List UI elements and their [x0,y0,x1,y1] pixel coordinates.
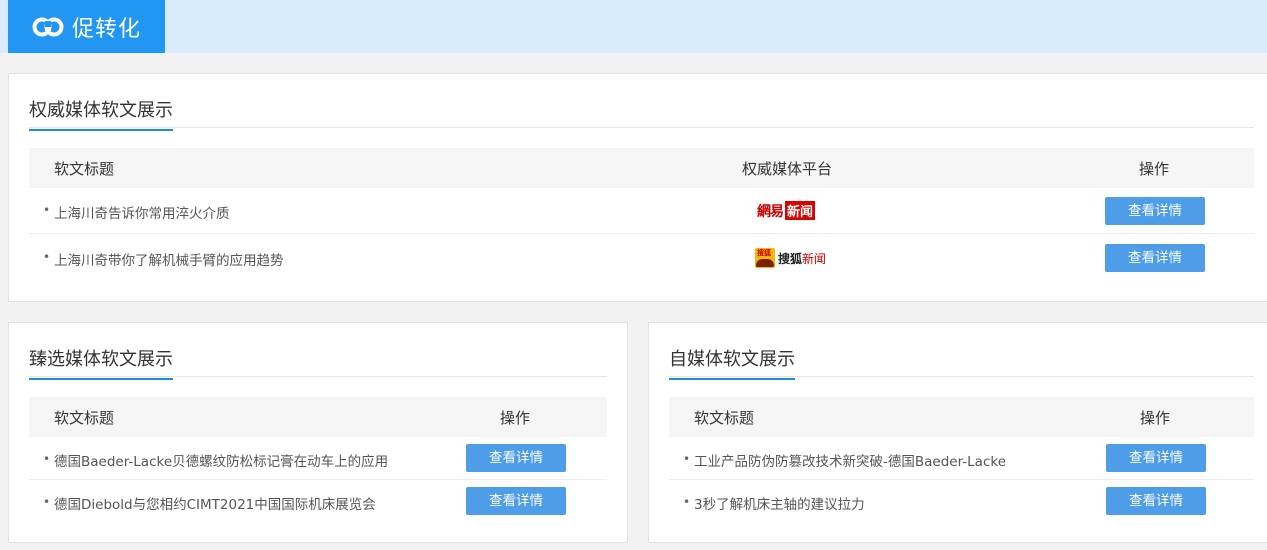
sohu-fox-icon: 搜狐 [755,248,775,268]
top-bar: 促转化 [0,0,1267,53]
view-details-button[interactable]: 查看详情 [1106,444,1206,472]
article-title-link[interactable]: 德国Baeder-Lacke贝德螺纹防松标记膏在动车上的应用 [54,450,388,470]
view-details-button[interactable]: 查看详情 [1106,487,1206,515]
section-title: 自媒体软文展示 [669,345,795,380]
brand-block: 促转化 [8,0,165,53]
section-title: 权威媒体软文展示 [29,96,173,131]
bullet-icon: • [683,452,691,466]
bullet-icon: • [683,495,691,509]
bullet-icon: • [43,203,51,217]
table-header: 软文标题 权威媒体平台 操作 [29,148,1254,188]
article-title-link[interactable]: 3秒了解机床主轴的建议拉力 [694,493,865,513]
netease-logo-word: 網易 [757,204,784,220]
article-title-link[interactable]: 上海川奇带你了解机械手臂的应用趋势 [54,249,284,269]
column-header-title: 软文标题 [54,409,115,427]
netease-logo-box: 新闻 [785,201,816,220]
column-header-action: 操作 [1139,160,1170,178]
sohu-logo-word: 搜狐 [778,251,803,266]
article-title-link[interactable]: 工业产品防伪防篡改技术新突破-德国Baeder-Lacke [694,450,1006,470]
table-row: • 德国Diebold与您相约CIMT2021中国国际机床展览会 查看详情 [29,480,607,523]
bullet-icon: • [43,452,51,466]
bullet-icon: • [43,250,51,264]
divider [669,376,1254,377]
table-row: • 工业产品防伪防篡改技术新突破-德国Baeder-Lacke 查看详情 [669,437,1254,480]
selected-media-card: 臻选媒体软文展示 软文标题 操作 • 德国Baeder-Lacke贝德螺纹防松标… [8,322,628,543]
divider [29,376,607,377]
brand-title: 促转化 [72,16,142,42]
section-title: 臻选媒体软文展示 [29,345,173,380]
view-details-button[interactable]: 查看详情 [1105,244,1205,272]
sohu-news-logo: 搜狐 搜狐新闻 [755,247,826,269]
authority-media-card: 权威媒体软文展示 软文标题 权威媒体平台 操作 • 上海川奇告诉你常用淬火介质 … [8,73,1267,302]
column-header-platform: 权威媒体平台 [742,160,833,178]
sohu-logo-news: 新闻 [802,251,827,266]
table-row: • 上海川奇带你了解机械手臂的应用趋势 搜狐 搜狐新闻 查看详情 [29,235,1254,281]
article-title-link[interactable]: 上海川奇告诉你常用淬火介质 [54,202,230,222]
self-media-card: 自媒体软文展示 软文标题 操作 • 工业产品防伪防篡改技术新突破-德国Baede… [648,322,1267,543]
netease-logo-text: 網易 新闻 [757,201,816,221]
column-header-action: 操作 [500,409,531,427]
column-header-title: 软文标题 [54,160,115,178]
article-title-link[interactable]: 德国Diebold与您相约CIMT2021中国国际机床展览会 [54,493,376,513]
divider [29,127,1254,128]
column-header-action: 操作 [1140,409,1171,427]
table-row: • 3秒了解机床主轴的建议拉力 查看详情 [669,480,1254,523]
netease-news-logo: 網易 新闻 [757,200,816,222]
sohu-logo-text: 搜狐新闻 [778,250,826,267]
view-details-button[interactable]: 查看详情 [1105,197,1205,225]
link-icon [32,17,64,36]
table-row: • 德国Baeder-Lacke贝德螺纹防松标记膏在动车上的应用 查看详情 [29,437,607,480]
view-details-button[interactable]: 查看详情 [466,487,566,515]
table-row: • 上海川奇告诉你常用淬火介质 網易 新闻 查看详情 [29,188,1254,234]
table-header: 软文标题 操作 [29,397,607,437]
sohu-icon-text: 搜狐 [757,249,771,257]
table-header: 软文标题 操作 [669,397,1254,437]
bullet-icon: • [43,495,51,509]
column-header-title: 软文标题 [694,409,755,427]
view-details-button[interactable]: 查看详情 [466,444,566,472]
